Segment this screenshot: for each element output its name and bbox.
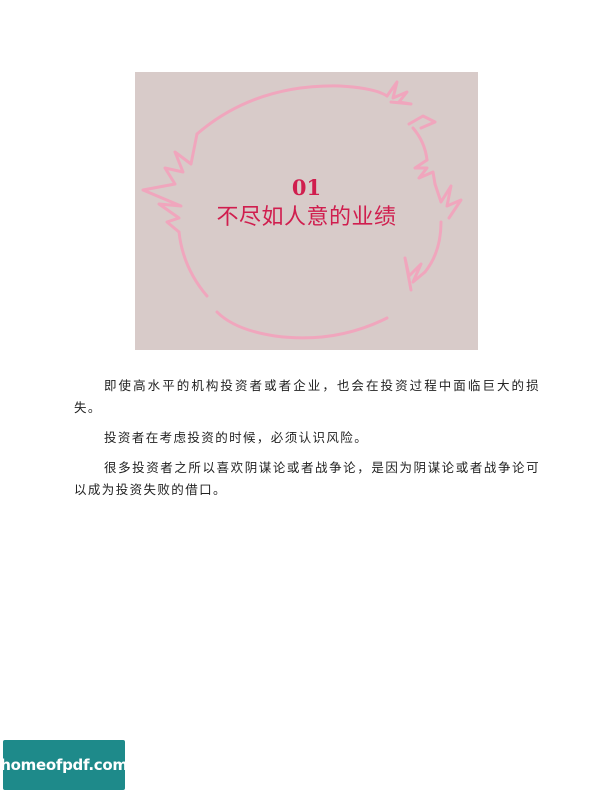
body-text: 即使高水平的机构投资者或者企业，也会在投资过程中面临巨大的损失。 投资者在考虑投… [74, 375, 540, 509]
paragraph: 即使高水平的机构投资者或者企业，也会在投资过程中面临巨大的损失。 [74, 378, 540, 415]
chapter-number: 01 [291, 175, 322, 200]
paragraph: 很多投资者之所以喜欢阴谋论或者战争论，是因为阴谋论或者战争论可以成为投资失败的借… [74, 460, 540, 497]
watermark-badge: homeofpdf.com [0, 740, 128, 790]
watermark-text: homeofpdf.com [0, 756, 128, 774]
paragraph: 投资者在考虑投资的时候，必须认识风险。 [104, 430, 369, 445]
chapter-hero: 01 不尽如人意的业绩 [135, 72, 478, 350]
chapter-title: 不尽如人意的业绩 [216, 205, 397, 230]
